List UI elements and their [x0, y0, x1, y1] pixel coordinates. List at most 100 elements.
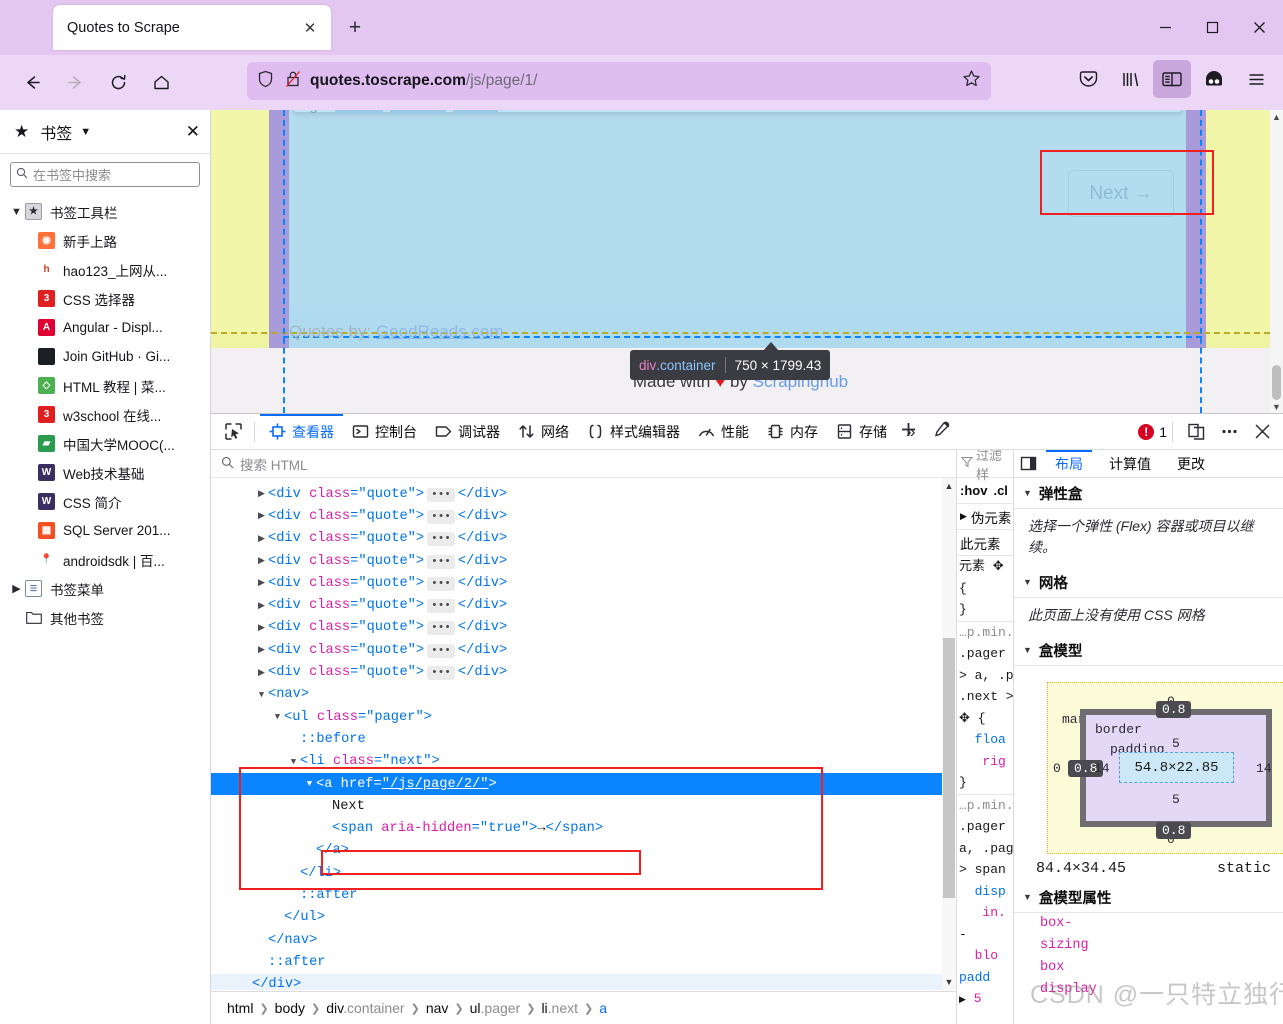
other-bookmarks-folder[interactable]: 其他书签 [0, 603, 210, 632]
close-sidebar-icon[interactable]: ✕ [186, 122, 200, 142]
dom-node[interactable]: ::after [211, 951, 956, 973]
padding-top-value[interactable]: 5 [1172, 736, 1180, 751]
new-tab-button[interactable]: + [341, 14, 369, 42]
chevron-down-icon[interactable]: ▼ [1023, 645, 1032, 655]
dom-node[interactable]: Next [211, 795, 956, 817]
url-text[interactable]: quotes.toscrape.com/js/page/1/ [310, 72, 956, 90]
dom-node[interactable]: ▶ <div class="quote"> ••• </div> [211, 528, 956, 550]
dom-node[interactable]: </div> [211, 973, 956, 990]
dom-node[interactable]: ▶ <div class="quote"> ••• </div> [211, 483, 956, 505]
padding-left-value[interactable]: 14 [1094, 761, 1110, 776]
bookmark-item[interactable]: 📍 androidsdk | 百... [0, 545, 210, 574]
chevron-down-icon[interactable]: ▼ [8, 206, 25, 218]
box-model-diagram[interactable]: margin 0 0 0 0 border 0.8 0.8 0.8 0.8 pa… [1014, 674, 1283, 854]
bookmark-star-icon[interactable] [962, 69, 981, 93]
chevron-right-icon[interactable]: ▶ [255, 668, 268, 678]
dom-node[interactable]: ::after [211, 884, 956, 906]
chevron-down-icon[interactable]: ▼ [303, 779, 316, 789]
add-node-icon[interactable] [893, 414, 923, 444]
dom-tree[interactable]: ▶ <div class="quote"> ••• </div> ▶ <div class… [211, 478, 956, 990]
margin-left-value[interactable]: 0 [1053, 761, 1061, 776]
devtools-tab-2[interactable]: 调试器 [426, 414, 509, 450]
dom-node[interactable]: ▶ <div class="quote"> ••• </div> [211, 594, 956, 616]
bookmark-item[interactable]: 3 w3school 在线... [0, 400, 210, 429]
bookmark-item[interactable]: A Angular - Displ... [0, 313, 210, 342]
devtools-tab-5[interactable]: 性能 [689, 414, 758, 450]
dom-node[interactable]: ▼ <nav> [211, 684, 956, 706]
markup-scroll-up-icon[interactable]: ▲ [942, 478, 956, 494]
bookmark-item[interactable]: ◉ 新手上路 [0, 226, 210, 255]
home-button[interactable] [143, 66, 179, 100]
html-search-input[interactable]: 搜索 HTML [211, 421, 956, 478]
library-icon[interactable] [1111, 60, 1149, 98]
devtools-settings-icon[interactable] [1214, 417, 1244, 447]
close-window-button[interactable] [1236, 0, 1283, 55]
chevron-down-icon[interactable]: ▼ [80, 126, 91, 138]
browser-tab[interactable]: Quotes to Scrape ✕ [53, 5, 331, 50]
pseudo-class-toggle[interactable]: :hov [960, 483, 987, 498]
bookmark-item[interactable]: ▦ SQL Server 201... [0, 516, 210, 545]
pocket-icon[interactable] [1069, 60, 1107, 98]
dom-node[interactable]: ::before [211, 728, 956, 750]
dom-node[interactable]: </li> [211, 862, 956, 884]
chevron-right-icon[interactable]: ▶ [255, 489, 268, 499]
page-scrollbar[interactable]: ▲ ▼ [1270, 110, 1283, 413]
breadcrumb-item[interactable]: div.container [323, 1000, 407, 1016]
chevron-right-icon[interactable]: ▶ [255, 534, 268, 544]
bookmark-item[interactable]: W Web技术基础 [0, 458, 210, 487]
dom-node[interactable]: ▼ <li class="next"> [211, 751, 956, 773]
close-devtools-icon[interactable] [1247, 417, 1277, 447]
dom-node[interactable]: ▶ <div class="quote"> ••• </div> [211, 572, 956, 594]
devtools-tab-6[interactable]: 内存 [758, 414, 827, 450]
lock-broken-icon[interactable] [285, 70, 301, 93]
chevron-down-icon[interactable]: ▼ [1023, 488, 1032, 498]
dom-node[interactable]: ▶ <div class="quote"> ••• </div> [211, 617, 956, 639]
breadcrumb-item[interactable]: html [224, 1000, 256, 1016]
dom-node[interactable]: ▶ <div class="quote"> ••• </div> [211, 505, 956, 527]
devtools-tab-7[interactable]: 存储 [827, 414, 896, 450]
chevron-right-icon[interactable]: ▶ [255, 623, 268, 633]
responsive-design-mode-icon[interactable] [1181, 417, 1211, 447]
breadcrumb[interactable]: html ❯ body ❯ div.container ❯ nav ❯ ul.pager ❯ li.… [211, 991, 956, 1024]
dom-node[interactable]: <span aria-hidden="true">→</span> [211, 817, 956, 839]
chevron-down-icon[interactable]: ▼ [1023, 892, 1032, 902]
shield-icon[interactable] [257, 70, 274, 93]
border-top-value[interactable]: 0.8 [1156, 701, 1192, 718]
border-bottom-value[interactable]: 0.8 [1156, 822, 1192, 839]
this-element-row[interactable]: 此元素 [957, 530, 1013, 556]
tag-simile[interactable]: simile [452, 110, 498, 114]
box-model-props-header[interactable]: ▼ 盒模型属性 [1014, 882, 1283, 913]
dom-node[interactable]: ▶ <div class="quote"> ••• </div> [211, 550, 956, 572]
scrollbar-up-arrow-icon[interactable]: ▲ [1270, 110, 1283, 123]
app-menu-icon[interactable] [1237, 60, 1275, 98]
bookmark-item[interactable]: Join GitHub · Gi... [0, 342, 210, 371]
element-picker-icon[interactable] [217, 416, 249, 448]
grid-section-header[interactable]: ▼ 网格 [1014, 567, 1283, 598]
dom-node[interactable]: </a> [211, 840, 956, 862]
bookmarks-search-input[interactable]: 在书签中搜索 [10, 162, 200, 187]
pseudo-elements-row[interactable]: ▶ 伪元素 [957, 504, 1013, 530]
chevron-down-icon[interactable]: ▼ [287, 757, 300, 767]
bookmark-item[interactable]: 3 CSS 选择器 [0, 284, 210, 313]
flexbox-section-header[interactable]: ▼ 弹性盒 [1014, 478, 1283, 509]
markup-scroll-down-icon[interactable]: ▼ [942, 974, 956, 990]
chevron-down-icon[interactable]: ▼ [271, 712, 284, 722]
box-model-section-header[interactable]: ▼ 盒模型 [1014, 635, 1283, 666]
chevron-right-icon[interactable]: ▶ [255, 645, 268, 655]
forward-button[interactable] [57, 66, 93, 100]
dom-node[interactable]: ▼ <ul class="pager"> [211, 706, 956, 728]
devtools-tab-1[interactable]: 控制台 [343, 414, 426, 450]
bookmark-item[interactable]: W CSS 简介 [0, 487, 210, 516]
devtools-tab-0[interactable]: 查看器 [260, 413, 343, 450]
layout-tab-1[interactable]: 计算值 [1096, 450, 1164, 478]
bookmark-item[interactable]: h hao123_上网从... [0, 255, 210, 284]
markup-scroll-thumb[interactable] [943, 638, 955, 898]
account-icon[interactable] [1195, 60, 1233, 98]
breadcrumb-item[interactable]: body [272, 1000, 308, 1016]
chevron-right-icon[interactable]: ▶ [255, 601, 268, 611]
breadcrumb-item[interactable]: li.next [538, 1000, 581, 1016]
dom-node[interactable]: </ul> [211, 907, 956, 929]
scrollbar-thumb[interactable] [1272, 365, 1281, 400]
bookmark-item[interactable]: ◇ HTML 教程 | 菜... [0, 371, 210, 400]
goodreads-link[interactable]: GoodReads.com [376, 322, 504, 341]
